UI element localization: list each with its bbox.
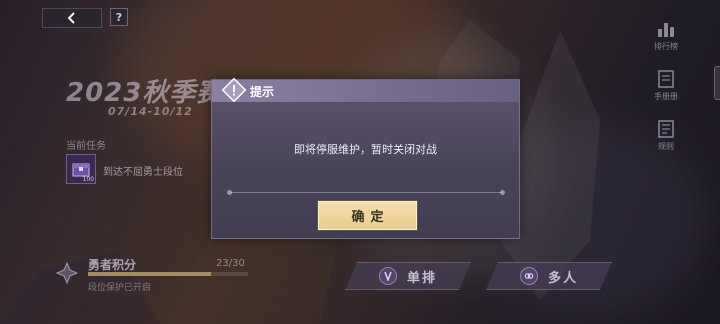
dialog-title: 提示 <box>250 85 275 99</box>
handbook-label: 手册册 <box>654 92 678 101</box>
leaderboard-label: 排行榜 <box>654 42 678 51</box>
solo-queue-button[interactable]: 单排 <box>345 262 471 290</box>
season-date-range: 07/14-10/12 <box>108 105 193 118</box>
dialog-message: 即将停服维护，暂时关闭对战 <box>294 143 437 156</box>
side-panel-tab[interactable] <box>714 66 720 100</box>
help-button[interactable]: ? <box>110 8 128 26</box>
current-task-label: 当前任务 <box>66 141 106 152</box>
season-title: 2023秋季赛 <box>66 78 224 108</box>
confirm-button[interactable]: 确定 <box>318 201 417 230</box>
solo-queue-label: 单排 <box>406 270 437 286</box>
rules-label: 规则 <box>658 142 674 151</box>
handbook-button[interactable]: 手册册 <box>646 68 686 102</box>
rank-protection-note: 段位保护已开启 <box>88 283 152 293</box>
book-icon <box>658 70 674 88</box>
back-button[interactable] <box>42 8 102 28</box>
multiplayer-mode-icon <box>520 267 538 285</box>
task-reward-badge: 100 <box>82 176 94 183</box>
score-emblem-icon <box>56 262 78 284</box>
hero-score-progress-bar <box>88 272 248 276</box>
task-reward-icon[interactable]: 100 <box>66 154 96 184</box>
solo-mode-icon <box>379 267 397 285</box>
warning-icon <box>221 77 247 103</box>
notice-dialog: 提示 即将停服维护，暂时关闭对战 确定 <box>211 77 520 239</box>
rules-button[interactable]: 规则 <box>646 118 686 152</box>
hero-score-count: 23/30 <box>216 258 245 269</box>
task-description: 到达不屈勇士段位 <box>103 167 183 178</box>
document-icon <box>658 120 674 138</box>
hero-score-label: 勇者积分 <box>88 258 137 272</box>
leaderboard-button[interactable]: 排行榜 <box>646 18 686 52</box>
dialog-header: 提示 <box>212 77 519 103</box>
dialog-divider <box>227 190 505 195</box>
chevron-left-icon <box>67 12 75 24</box>
hero-score-progress-fill <box>88 272 212 276</box>
multiplayer-label: 多人 <box>547 270 578 286</box>
leaderboard-icon <box>658 23 674 37</box>
multiplayer-button[interactable]: 多人 <box>486 262 612 290</box>
